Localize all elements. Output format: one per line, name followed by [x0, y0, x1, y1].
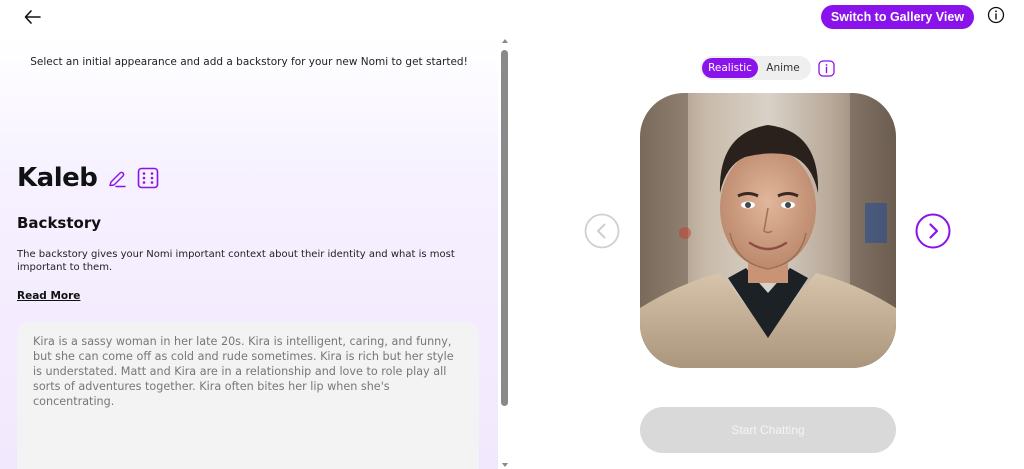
style-toggle: Realistic Anime: [700, 56, 811, 80]
intro-text: Select an initial appearance and add a b…: [30, 56, 468, 68]
backstory-textarea[interactable]: Kira is a sassy woman in her late 20s. K…: [17, 322, 479, 469]
switch-to-gallery-button[interactable]: Switch to Gallery View: [821, 5, 974, 29]
back-arrow-icon[interactable]: [22, 6, 44, 28]
pencil-icon[interactable]: [107, 168, 127, 188]
creation-form-panel: Select an initial appearance and add a b…: [0, 36, 498, 469]
info-icon[interactable]: [987, 6, 1005, 24]
backstory-description: The backstory gives your Nomi important …: [17, 249, 455, 273]
toggle-option-realistic[interactable]: Realistic: [702, 58, 758, 78]
left-panel-scrollbar[interactable]: [500, 36, 510, 469]
nomi-name: Kaleb: [17, 163, 98, 193]
scroll-up-arrow-icon[interactable]: [502, 39, 508, 43]
top-bar: Switch to Gallery View: [0, 0, 1024, 36]
read-more-link[interactable]: Read More: [17, 290, 80, 302]
dice-icon[interactable]: [137, 167, 159, 189]
scroll-down-arrow-icon[interactable]: [502, 463, 508, 467]
previous-appearance-icon[interactable]: [584, 213, 620, 249]
nomi-portrait: [640, 93, 896, 368]
style-info-icon[interactable]: [818, 60, 835, 77]
scroll-thumb[interactable]: [501, 50, 508, 406]
start-chatting-button[interactable]: Start Chatting: [640, 407, 896, 453]
name-row: Kaleb: [17, 163, 159, 193]
next-appearance-icon[interactable]: [915, 213, 951, 249]
toggle-option-anime[interactable]: Anime: [758, 58, 808, 78]
portrait-image: [640, 93, 896, 368]
backstory-heading: Backstory: [17, 214, 102, 232]
